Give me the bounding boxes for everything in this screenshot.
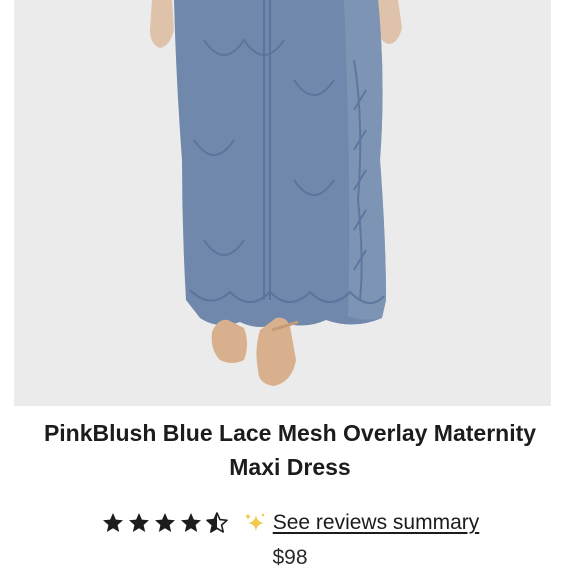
see-reviews-summary-link[interactable]: See reviews summary <box>273 511 480 535</box>
star-full-icon <box>180 513 201 532</box>
star-full-icon <box>102 513 123 532</box>
product-image[interactable] <box>14 0 551 406</box>
star-full-icon <box>154 513 175 532</box>
product-title-line-1: PinkBlush Blue Lace Mesh Overlay Materni… <box>43 420 537 446</box>
star-rating <box>101 511 229 535</box>
product-price: $98 <box>272 546 308 569</box>
product-page: PinkBlush Blue Lace Mesh Overlay Materni… <box>0 0 580 580</box>
star-full-icon <box>128 513 149 532</box>
sparkle-icon <box>244 513 265 531</box>
product-title-line-2: Maxi Dress <box>229 454 351 480</box>
product-title: PinkBlush Blue Lace Mesh Overlay Materni… <box>0 416 580 484</box>
dress-illustration <box>14 0 551 406</box>
rating-row: See reviews summary <box>0 506 580 540</box>
star-half-icon <box>205 512 228 533</box>
